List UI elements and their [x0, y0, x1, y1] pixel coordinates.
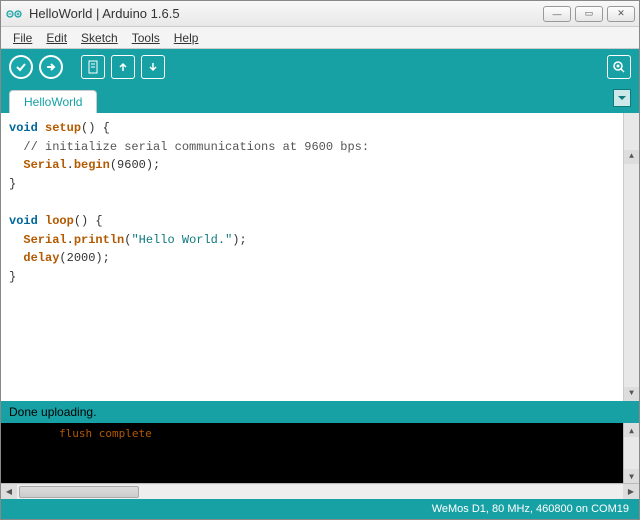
scroll-down-icon[interactable]: ▼ [624, 387, 639, 401]
minimize-icon: — [553, 9, 562, 19]
scroll-down-icon[interactable]: ▼ [624, 469, 639, 483]
menu-tools[interactable]: Tools [126, 29, 166, 47]
menubar: File Edit Sketch Tools Help [1, 27, 639, 49]
arduino-logo-icon [5, 5, 23, 23]
arrow-up-icon [117, 61, 129, 73]
footer-bar: WeMos D1, 80 MHz, 460800 on COM19 [1, 499, 639, 519]
scroll-right-icon[interactable]: ▶ [623, 484, 639, 500]
scroll-thumb[interactable] [19, 486, 139, 498]
scroll-left-icon[interactable]: ◀ [1, 484, 17, 500]
arrow-right-icon [45, 61, 57, 73]
upload-button[interactable] [39, 55, 63, 79]
board-info: WeMos D1, 80 MHz, 460800 on COM19 [432, 503, 629, 515]
scroll-track[interactable] [17, 485, 623, 499]
menu-file[interactable]: File [7, 29, 38, 47]
scroll-up-icon[interactable]: ▲ [624, 150, 639, 164]
toolbar [1, 49, 639, 85]
tabbar: HelloWorld [1, 85, 639, 113]
close-button[interactable]: ✕ [607, 6, 635, 22]
maximize-button[interactable]: ▭ [575, 6, 603, 22]
status-bar: Done uploading. [1, 401, 639, 423]
arrow-down-icon [147, 61, 159, 73]
editor-vertical-scrollbar[interactable]: ▲ ▼ [623, 113, 639, 401]
serial-monitor-button[interactable] [607, 55, 631, 79]
minimize-button[interactable]: — [543, 6, 571, 22]
tab-menu-button[interactable] [613, 89, 631, 107]
tab-helloworld[interactable]: HelloWorld [9, 90, 97, 113]
menu-help[interactable]: Help [168, 29, 205, 47]
window-controls: — ▭ ✕ [543, 6, 635, 22]
app-window: HelloWorld | Arduino 1.6.5 — ▭ ✕ File Ed… [0, 0, 640, 520]
close-icon: ✕ [617, 8, 625, 19]
file-icon [87, 60, 99, 74]
console-output[interactable]: flush complete ▲ ▼ [1, 423, 639, 483]
window-title: HelloWorld | Arduino 1.6.5 [29, 6, 543, 21]
save-button[interactable] [141, 55, 165, 79]
status-message: Done uploading. [9, 405, 96, 419]
open-button[interactable] [111, 55, 135, 79]
code-editor[interactable]: void setup() { // initialize serial comm… [1, 113, 639, 401]
scroll-up-icon[interactable]: ▲ [624, 423, 639, 437]
new-button[interactable] [81, 55, 105, 79]
horizontal-scrollbar[interactable]: ◀ ▶ [1, 483, 639, 499]
titlebar: HelloWorld | Arduino 1.6.5 — ▭ ✕ [1, 1, 639, 27]
chevron-down-icon [617, 93, 627, 103]
verify-button[interactable] [9, 55, 33, 79]
check-icon [15, 61, 27, 73]
menu-edit[interactable]: Edit [40, 29, 73, 47]
menu-sketch[interactable]: Sketch [75, 29, 124, 47]
maximize-icon: ▭ [585, 8, 594, 19]
serial-monitor-icon [612, 60, 626, 74]
console-vertical-scrollbar[interactable]: ▲ ▼ [623, 423, 639, 483]
console-line: flush complete [59, 427, 152, 440]
